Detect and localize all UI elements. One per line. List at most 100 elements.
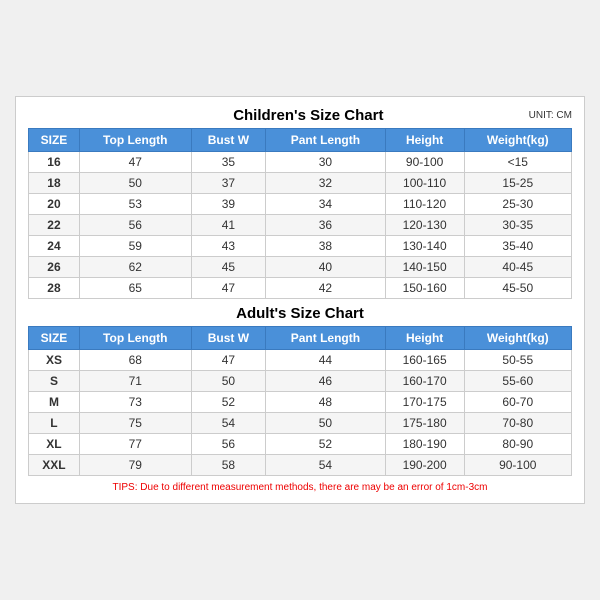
table-cell: 190-200 (385, 455, 464, 476)
table-row: L755450175-18070-80 (29, 413, 572, 434)
unit-label: UNIT: CM (529, 110, 572, 121)
table-cell: 39 (191, 194, 266, 215)
table-cell: 45-50 (464, 278, 571, 299)
table-cell: XS (29, 350, 80, 371)
table-cell: 47 (191, 350, 266, 371)
table-cell: 45 (191, 257, 266, 278)
table-cell: 110-120 (385, 194, 464, 215)
col-height-adults: Height (385, 327, 464, 350)
table-cell: 58 (191, 455, 266, 476)
table-cell: 52 (266, 434, 386, 455)
table-cell: 56 (191, 434, 266, 455)
table-row: 18503732100-11015-25 (29, 173, 572, 194)
table-cell: 80-90 (464, 434, 571, 455)
table-cell: 28 (29, 278, 80, 299)
col-height-children: Height (385, 129, 464, 152)
table-cell: 150-160 (385, 278, 464, 299)
table-cell: 52 (191, 392, 266, 413)
table-row: 26624540140-15040-45 (29, 257, 572, 278)
table-cell: 22 (29, 215, 80, 236)
table-cell: 70-80 (464, 413, 571, 434)
table-row: XL775652180-19080-90 (29, 434, 572, 455)
table-cell: <15 (464, 152, 571, 173)
table-cell: 30-35 (464, 215, 571, 236)
table-cell: 100-110 (385, 173, 464, 194)
table-cell: 26 (29, 257, 80, 278)
table-cell: XXL (29, 455, 80, 476)
table-cell: 53 (79, 194, 191, 215)
table-cell: 24 (29, 236, 80, 257)
table-cell: 46 (266, 371, 386, 392)
table-cell: 130-140 (385, 236, 464, 257)
table-cell: 35-40 (464, 236, 571, 257)
table-cell: M (29, 392, 80, 413)
table-cell: 35 (191, 152, 266, 173)
table-cell: 62 (79, 257, 191, 278)
table-row: 22564136120-13030-35 (29, 215, 572, 236)
table-cell: 18 (29, 173, 80, 194)
table-cell: XL (29, 434, 80, 455)
table-cell: 79 (79, 455, 191, 476)
table-cell: 42 (266, 278, 386, 299)
table-cell: 77 (79, 434, 191, 455)
table-cell: 120-130 (385, 215, 464, 236)
adults-header-row: SIZE Top Length Bust W Pant Length Heigh… (29, 327, 572, 350)
table-row: 28654742150-16045-50 (29, 278, 572, 299)
table-row: XXL795854190-20090-100 (29, 455, 572, 476)
table-cell: 15-25 (464, 173, 571, 194)
children-title: Children's Size Chart (88, 107, 529, 124)
table-cell: 54 (266, 455, 386, 476)
tips-text: TIPS: Due to different measurement metho… (28, 482, 572, 493)
table-cell: 65 (79, 278, 191, 299)
table-cell: 90-100 (385, 152, 464, 173)
adults-table: SIZE Top Length Bust W Pant Length Heigh… (28, 326, 572, 476)
table-row: XS684744160-16550-55 (29, 350, 572, 371)
table-cell: 68 (79, 350, 191, 371)
col-bust-w-adults: Bust W (191, 327, 266, 350)
col-pant-length-children: Pant Length (266, 129, 386, 152)
col-weight-adults: Weight(kg) (464, 327, 571, 350)
col-bust-w-children: Bust W (191, 129, 266, 152)
table-cell: 32 (266, 173, 386, 194)
table-row: 20533934110-12025-30 (29, 194, 572, 215)
table-cell: 37 (191, 173, 266, 194)
table-cell: 90-100 (464, 455, 571, 476)
table-cell: 55-60 (464, 371, 571, 392)
table-row: M735248170-17560-70 (29, 392, 572, 413)
table-cell: 47 (191, 278, 266, 299)
table-cell: 50-55 (464, 350, 571, 371)
table-cell: 20 (29, 194, 80, 215)
table-cell: 180-190 (385, 434, 464, 455)
table-cell: 75 (79, 413, 191, 434)
table-cell: 170-175 (385, 392, 464, 413)
children-header: Children's Size Chart UNIT: CM (28, 107, 572, 124)
adults-header: Adult's Size Chart (28, 305, 572, 322)
table-cell: 50 (191, 371, 266, 392)
table-cell: 47 (79, 152, 191, 173)
table-cell: 71 (79, 371, 191, 392)
table-cell: 140-150 (385, 257, 464, 278)
table-cell: 54 (191, 413, 266, 434)
children-header-row: SIZE Top Length Bust W Pant Length Heigh… (29, 129, 572, 152)
table-cell: 30 (266, 152, 386, 173)
table-cell: 16 (29, 152, 80, 173)
table-cell: 73 (79, 392, 191, 413)
table-cell: 43 (191, 236, 266, 257)
col-size-adults: SIZE (29, 327, 80, 350)
table-cell: 36 (266, 215, 386, 236)
col-weight-children: Weight(kg) (464, 129, 571, 152)
table-cell: 50 (266, 413, 386, 434)
col-top-length-adults: Top Length (79, 327, 191, 350)
size-chart: Children's Size Chart UNIT: CM SIZE Top … (15, 96, 585, 504)
table-cell: 50 (79, 173, 191, 194)
table-cell: 56 (79, 215, 191, 236)
table-cell: 38 (266, 236, 386, 257)
table-cell: S (29, 371, 80, 392)
children-table: SIZE Top Length Bust W Pant Length Heigh… (28, 128, 572, 299)
table-row: S715046160-17055-60 (29, 371, 572, 392)
table-row: 24594338130-14035-40 (29, 236, 572, 257)
col-top-length-children: Top Length (79, 129, 191, 152)
table-cell: 41 (191, 215, 266, 236)
table-cell: 40 (266, 257, 386, 278)
table-cell: 25-30 (464, 194, 571, 215)
